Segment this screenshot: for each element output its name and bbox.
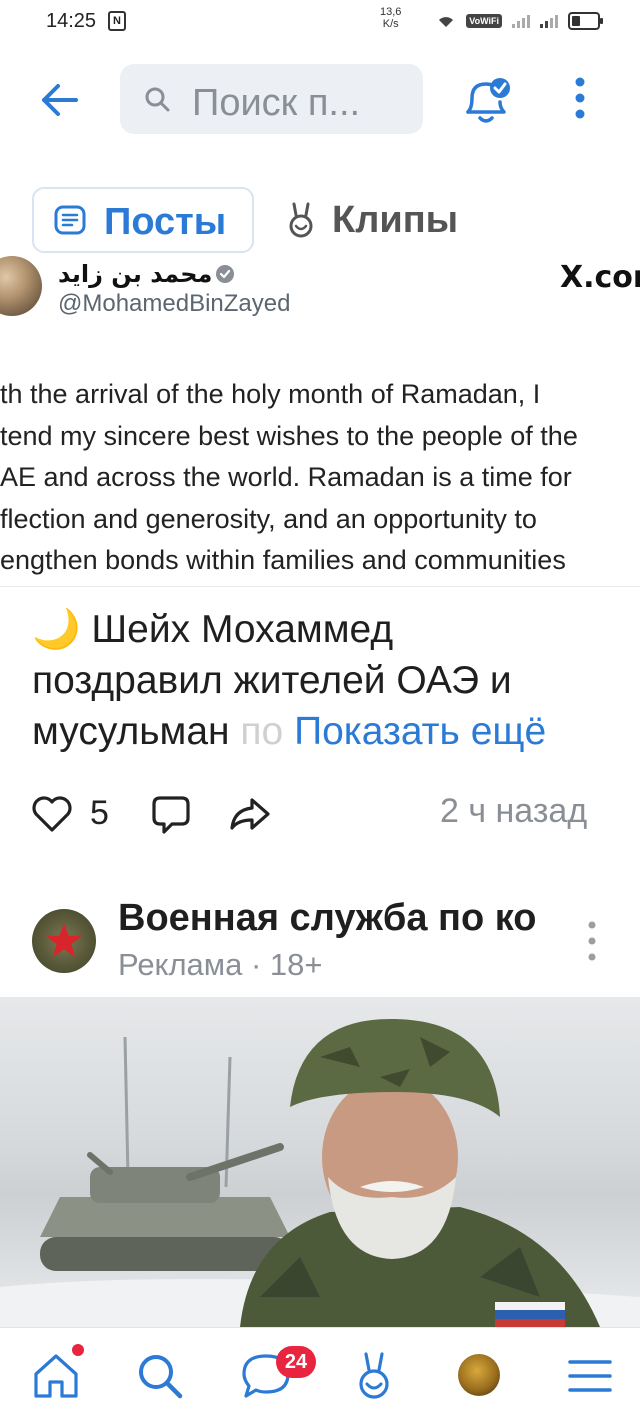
notifications-bell-icon[interactable]: [458, 72, 514, 128]
like-count: 5: [90, 794, 109, 832]
tweet-line: th the arrival of the holy month of Rama…: [0, 379, 541, 409]
verified-badge-icon: [216, 265, 234, 283]
more-options-icon[interactable]: [568, 76, 592, 120]
tweet-text: th the arrival of the holy month of Rama…: [0, 374, 578, 582]
post-line-2: поздравил жителей ОАЭ и: [32, 659, 512, 702]
heart-icon[interactable]: [30, 794, 74, 834]
search-input[interactable]: Поиск п...: [120, 64, 423, 134]
ad-subtitle: Реклама · 18+: [118, 947, 323, 982]
ad-more-options-icon[interactable]: [582, 919, 602, 963]
tab-clips[interactable]: Клипы: [280, 189, 480, 249]
post-line-3-faded: по: [240, 710, 284, 753]
clips-icon: [289, 202, 313, 238]
ad-photo: [0, 1018, 640, 1327]
messages-badge: 24: [276, 1346, 316, 1378]
post-line-1: Шейх Мохаммед: [91, 608, 394, 651]
comment-icon[interactable]: [150, 794, 192, 836]
nfc-icon: N: [108, 11, 126, 31]
x-logo: X.com: [560, 260, 640, 295]
back-arrow-icon[interactable]: [36, 78, 84, 122]
moon-emoji: 🌙: [32, 608, 81, 651]
content-tabs: Посты Клипы: [0, 185, 640, 253]
profile-avatar[interactable]: [458, 1354, 500, 1396]
tab-posts[interactable]: Посты: [32, 187, 254, 253]
status-icons: VoWiFi: [436, 12, 603, 30]
network-speed-value: 13,6: [380, 6, 402, 18]
battery-icon: [568, 12, 603, 30]
ad-title: Военная служба по ко: [118, 897, 537, 939]
post-actions: 5 2 ч назад: [0, 782, 640, 842]
home-notification-dot: [72, 1344, 84, 1356]
status-bar: 14:25 N 13,6 K/s VoWiFi: [0, 0, 640, 44]
tweet-author-name: محمد بن زايد: [58, 260, 213, 288]
show-more-link[interactable]: Показать ещё: [294, 710, 546, 753]
network-speed: 13,6 K/s: [380, 6, 401, 30]
tweet-screenshot-image[interactable]: محمد بن زايد @MohamedBinZayed X.com th t…: [0, 256, 640, 587]
signal-icon-2: [540, 14, 558, 28]
status-time: 14:25: [46, 10, 97, 32]
signal-icon: [512, 14, 530, 28]
wifi-icon: [439, 17, 454, 27]
search-nav-icon[interactable]: [132, 1348, 188, 1404]
tweet-author-handle: @MohamedBinZayed: [58, 290, 291, 317]
tweet-line: flection and generosity, and an opportun…: [0, 503, 537, 534]
home-icon[interactable]: [28, 1348, 84, 1404]
search-icon: [145, 87, 170, 112]
share-icon[interactable]: [228, 796, 272, 832]
ad-image-soldier[interactable]: [0, 997, 640, 1327]
tweet-line: engthen bonds within families and commun…: [0, 545, 566, 575]
search-placeholder: Поиск п...: [192, 82, 361, 124]
menu-icon[interactable]: [562, 1348, 618, 1404]
tab-clips-label: Клипы: [332, 199, 459, 241]
bottom-navigation: 24: [0, 1327, 640, 1424]
vowifi-badge: VoWiFi: [466, 14, 502, 28]
clips-nav-icon[interactable]: [346, 1348, 402, 1404]
ad-header[interactable]: Военная служба по ко Реклама · 18+: [0, 895, 640, 995]
tweet-line: tend my sincere best wishes to the peopl…: [0, 420, 578, 451]
post-line-3: мусульман: [32, 710, 230, 753]
tab-posts-label: Посты: [104, 201, 227, 243]
ad-avatar: [32, 909, 96, 973]
tweet-line: AE and across the world. Ramadan is a ti…: [0, 462, 572, 492]
network-speed-unit: K/s: [382, 18, 399, 30]
red-star-icon: [46, 923, 82, 957]
posts-icon: [54, 205, 86, 235]
post-text: 🌙 Шейх Мохаммед поздравил жителей ОАЭ и …: [32, 604, 612, 757]
top-bar: Поиск п...: [0, 60, 640, 140]
post-time: 2 ч назад: [440, 792, 588, 830]
tweet-author-avatar: [0, 256, 42, 316]
